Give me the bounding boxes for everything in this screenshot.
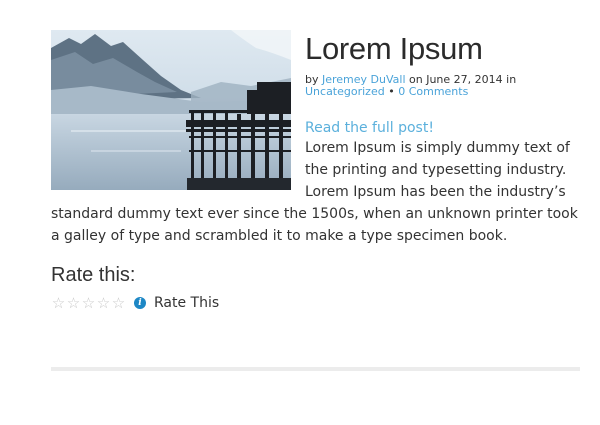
star-icon[interactable]: ☆ <box>81 295 96 311</box>
star-icon[interactable]: ☆ <box>111 295 126 311</box>
star-icon[interactable]: ☆ <box>66 295 81 311</box>
meta-separator: • <box>384 85 399 98</box>
post-thumbnail[interactable] <box>51 30 291 190</box>
star-rating[interactable]: ☆ ☆ ☆ ☆ ☆ <box>51 295 126 311</box>
category-link[interactable]: Uncategorized <box>305 85 385 98</box>
read-more-link[interactable]: Read the full post! <box>305 120 434 137</box>
pier-lake-image <box>51 30 291 190</box>
rate-this-label: Rate This <box>154 295 220 311</box>
comments-link[interactable]: 0 Comments <box>398 85 468 98</box>
meta-in: in <box>502 73 517 86</box>
section-divider <box>51 367 580 371</box>
star-icon[interactable]: ☆ <box>51 295 66 311</box>
star-icon[interactable]: ☆ <box>96 295 111 311</box>
info-icon[interactable]: i <box>134 297 146 309</box>
rating-heading: Rate this: <box>51 264 136 286</box>
post: Lorem Ipsum by Jeremey DuVall on June 27… <box>51 30 580 313</box>
rating-widget: ☆ ☆ ☆ ☆ ☆ i Rate This <box>51 293 580 313</box>
